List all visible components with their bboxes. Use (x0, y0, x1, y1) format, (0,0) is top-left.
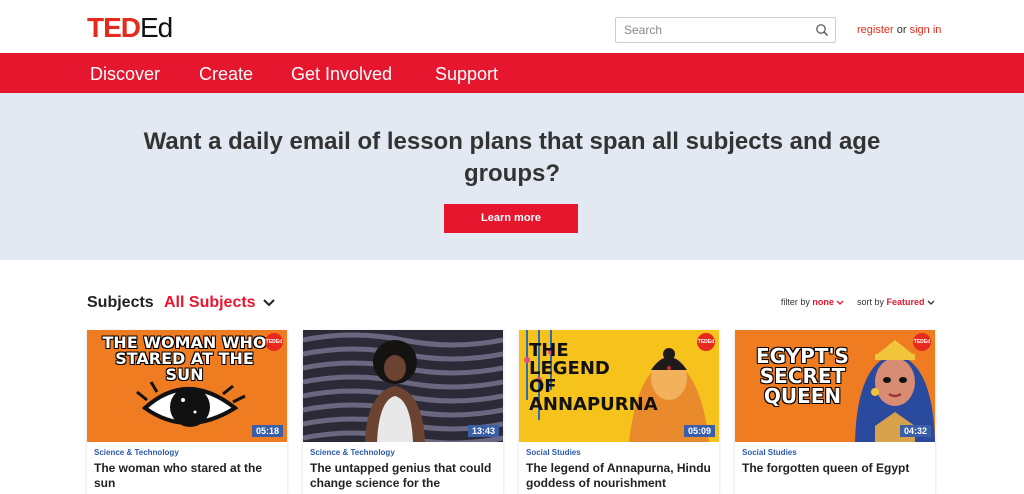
search-input[interactable] (616, 18, 806, 42)
register-link[interactable]: register (857, 24, 894, 36)
nav-item-create[interactable]: Create (199, 63, 253, 85)
card-category[interactable]: Science & Technology (310, 448, 496, 457)
card-category[interactable]: Social Studies (742, 448, 928, 457)
filter-label: filter by (780, 297, 810, 307)
lesson-card[interactable]: EGYPT'S SECRET QUEEN TEDEd 04:32 Social … (735, 330, 935, 494)
lesson-thumbnail[interactable]: EGYPT'S SECRET QUEEN TEDEd 04:32 (735, 330, 935, 442)
main-nav: Discover Create Get Involved Support (0, 53, 1024, 93)
card-category[interactable]: Social Studies (526, 448, 712, 457)
lesson-thumbnail[interactable]: THE LEGEND OF ANNAPURNA TEDEd 05:09 (519, 330, 719, 442)
thumbnail-title: EGYPT'S SECRET QUEEN (756, 344, 849, 408)
card-title[interactable]: The forgotten queen of Egypt (742, 461, 928, 476)
chevron-down-icon[interactable] (836, 300, 844, 306)
card-title[interactable]: The untapped genius that could change sc… (310, 461, 496, 491)
search-box (615, 17, 836, 43)
chevron-down-icon[interactable] (262, 298, 276, 308)
sort-label: sort by (856, 297, 884, 307)
newsletter-banner: Want a daily email of lesson plans that … (0, 93, 1024, 260)
lesson-card[interactable]: THE WOMAN WHO STARED AT THE SUN TEDEd 05… (87, 330, 287, 494)
duration-badge: 13:43 (467, 425, 499, 437)
duration-badge: 05:18 (251, 425, 283, 437)
subjects-dropdown[interactable]: All Subjects (164, 294, 256, 312)
lesson-cards: THE WOMAN WHO STARED AT THE SUN TEDEd 05… (87, 330, 935, 494)
ted-ed-logo[interactable]: TEDEd (87, 12, 173, 43)
ted-ed-badge: TEDEd (265, 333, 283, 351)
auth-links: register or sign in (857, 24, 941, 36)
subjects-label: Subjects (87, 294, 154, 311)
duration-badge: 04:32 (899, 425, 931, 437)
top-header: TEDEd register or sign in (0, 0, 1024, 53)
ted-ed-badge: TEDEd (913, 333, 931, 351)
lesson-card[interactable]: 13:43 Science & Technology The untapped … (303, 330, 503, 494)
card-title[interactable]: The woman who stared at the sun (94, 461, 280, 491)
card-category[interactable]: Science & Technology (94, 448, 280, 457)
card-title[interactable]: The legend of Annapurna, Hindu goddess o… (526, 461, 712, 491)
sign-in-link[interactable]: sign in (910, 24, 942, 36)
nav-item-discover[interactable]: Discover (90, 63, 160, 85)
learn-more-button[interactable]: Learn more (444, 204, 578, 233)
chevron-down-icon[interactable] (927, 300, 935, 306)
sort-dropdown[interactable]: Featured (886, 297, 924, 307)
logo-ted-text: TED (87, 12, 141, 43)
lesson-thumbnail[interactable]: THE WOMAN WHO STARED AT THE SUN TEDEd 05… (87, 330, 287, 442)
ted-ed-badge: TEDEd (697, 333, 715, 351)
lesson-card[interactable]: THE LEGEND OF ANNAPURNA TEDEd 05:09 Soci… (519, 330, 719, 494)
thumbnail-title: THE WOMAN WHO STARED AT THE SUN (102, 333, 267, 384)
filter-sort-controls: filter by none sort by Featured (781, 297, 935, 307)
subjects-filter-row: Subjects All Subjects filter by none sor… (87, 294, 935, 314)
logo-ed-text: Ed (140, 12, 173, 43)
thumbnail-title: THE LEGEND OF ANNAPURNA (529, 340, 658, 415)
filter-dropdown[interactable]: none (812, 297, 834, 307)
duration-badge: 05:09 (683, 425, 715, 437)
nav-item-support[interactable]: Support (435, 63, 498, 85)
search-icon[interactable] (815, 23, 829, 37)
nav-item-get-involved[interactable]: Get Involved (291, 63, 392, 85)
banner-headline: Want a daily email of lesson plans that … (143, 128, 881, 187)
auth-or-text: or (896, 24, 907, 36)
lesson-thumbnail[interactable]: 13:43 (303, 330, 503, 442)
